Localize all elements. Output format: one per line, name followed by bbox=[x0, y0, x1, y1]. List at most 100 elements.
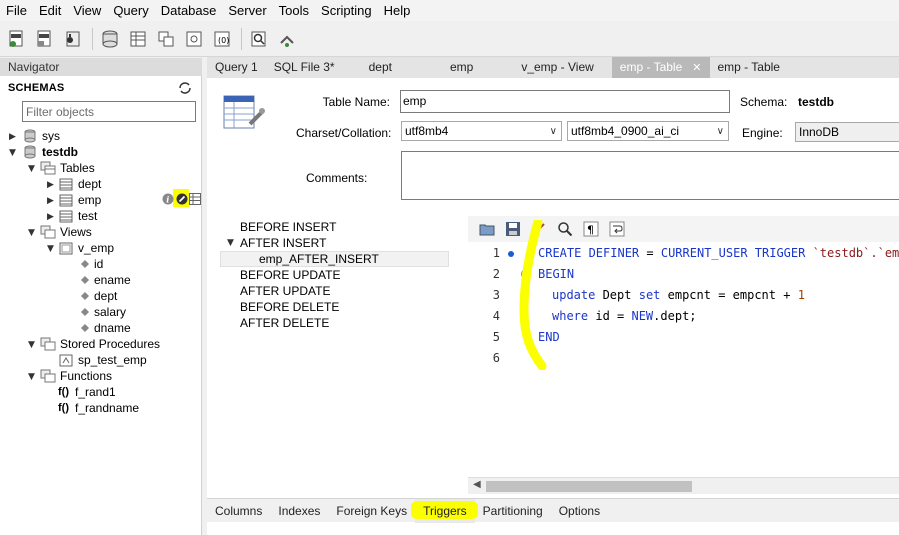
column-diamond-icon bbox=[80, 321, 90, 335]
reconnect-icon[interactable] bbox=[276, 28, 298, 50]
collapse-arrow-icon[interactable]: ▼ bbox=[28, 164, 38, 174]
expand-arrow-icon[interactable]: ▶ bbox=[47, 196, 57, 206]
open-sql-file-icon[interactable] bbox=[34, 28, 56, 50]
tab-foreign-keys[interactable]: Foreign Keys bbox=[328, 499, 415, 523]
expand-arrow-icon[interactable]: ▶ bbox=[9, 132, 19, 142]
collation-value: utf8mb4_0900_ai_ci bbox=[571, 124, 680, 138]
tab-query-1[interactable]: Query 1 bbox=[207, 57, 266, 78]
info-icon[interactable]: i bbox=[162, 193, 174, 205]
engine-select[interactable]: InnoDB bbox=[795, 122, 899, 142]
column-ename[interactable]: ename bbox=[80, 272, 131, 288]
table-test[interactable]: test bbox=[58, 208, 97, 224]
column-salary[interactable]: salary bbox=[80, 304, 126, 320]
close-tab-icon[interactable]: ✕ bbox=[692, 62, 701, 74]
collapse-arrow-icon[interactable]: ▼ bbox=[9, 148, 19, 158]
schema-inspector-icon[interactable] bbox=[62, 28, 84, 50]
code-token: 1 bbox=[797, 288, 805, 302]
tab-triggers[interactable]: Triggers bbox=[411, 498, 479, 523]
table-name: test bbox=[78, 209, 98, 223]
menu-help[interactable]: Help bbox=[378, 0, 417, 21]
expand-arrow-icon[interactable]: ▶ bbox=[47, 180, 57, 190]
scroll-left-icon[interactable]: ◀ bbox=[473, 479, 481, 490]
tab-indexes[interactable]: Indexes bbox=[270, 499, 328, 523]
word-wrap-icon[interactable] bbox=[608, 220, 626, 238]
tab-emp-table-active[interactable]: emp - Table ✕ bbox=[611, 57, 710, 78]
trigger-section-after-delete[interactable]: AFTER DELETE bbox=[240, 315, 329, 331]
trigger-code-editor[interactable]: 1 2 3 4 5 6 CREATE DEFINER = CURRENT_USE… bbox=[468, 220, 899, 477]
expand-arrow-icon[interactable]: ▶ bbox=[47, 212, 57, 222]
tab-partitioning[interactable]: Partitioning bbox=[475, 499, 551, 523]
collapse-arrow-icon[interactable]: ▼ bbox=[227, 238, 237, 248]
folder-label: Stored Procedures bbox=[60, 337, 161, 351]
tab-label: emp - Table bbox=[619, 60, 683, 74]
collation-select[interactable]: utf8mb4_0900_ai_ci ∨ bbox=[567, 121, 729, 141]
collapse-arrow-icon[interactable]: ▼ bbox=[47, 244, 57, 254]
wrench-icon[interactable] bbox=[176, 193, 188, 205]
open-folder-icon[interactable] bbox=[478, 220, 496, 238]
scrollbar-thumb[interactable] bbox=[486, 481, 692, 492]
code-token: where bbox=[552, 309, 589, 323]
invisible-chars-icon[interactable]: ¶ bbox=[582, 220, 600, 238]
horizontal-scrollbar[interactable]: ◀ bbox=[468, 477, 899, 494]
find-icon[interactable] bbox=[556, 220, 574, 238]
function-f-randname[interactable]: f() f_randname bbox=[58, 400, 139, 416]
tab-emp[interactable]: emp bbox=[442, 57, 513, 78]
tab-sql-file-3[interactable]: SQL File 3* bbox=[266, 57, 361, 78]
refresh-icon[interactable] bbox=[178, 82, 192, 94]
create-table-icon[interactable] bbox=[127, 28, 149, 50]
trigger-section-before-update[interactable]: BEFORE UPDATE bbox=[240, 267, 340, 283]
create-view-icon[interactable] bbox=[155, 28, 177, 50]
functions-folder-icon bbox=[40, 369, 56, 383]
trigger-section-before-insert[interactable]: BEFORE INSERT bbox=[240, 219, 336, 235]
new-sql-tab-icon[interactable] bbox=[6, 28, 28, 50]
functions-folder[interactable]: Functions bbox=[40, 368, 112, 384]
table-emp[interactable]: emp bbox=[58, 192, 101, 208]
menu-server[interactable]: Server bbox=[222, 0, 272, 21]
chevron-down-icon: ∨ bbox=[716, 126, 724, 137]
trigger-section-after-update[interactable]: AFTER UPDATE bbox=[240, 283, 330, 299]
create-function-icon[interactable]: (0) bbox=[211, 28, 233, 50]
collapse-arrow-icon[interactable]: ▼ bbox=[28, 228, 38, 238]
tab-dept[interactable]: dept bbox=[361, 57, 442, 78]
column-diamond-icon bbox=[80, 273, 90, 287]
menu-tools[interactable]: Tools bbox=[273, 0, 315, 21]
tab-options[interactable]: Options bbox=[551, 499, 608, 523]
column-dept[interactable]: dept bbox=[80, 288, 117, 304]
search-table-data-icon[interactable] bbox=[248, 28, 270, 50]
table-data-icon[interactable] bbox=[189, 193, 201, 205]
trigger-section-before-delete[interactable]: BEFORE DELETE bbox=[240, 299, 339, 315]
views-folder[interactable]: Views bbox=[40, 224, 92, 240]
comments-input[interactable] bbox=[401, 151, 899, 200]
table-dept[interactable]: dept bbox=[58, 176, 101, 192]
view-v-emp[interactable]: v_emp bbox=[58, 240, 114, 256]
tab-columns[interactable]: Columns bbox=[207, 499, 270, 523]
procedure-sp-test-emp[interactable]: sp_test_emp bbox=[58, 352, 147, 368]
stored-procedures-folder[interactable]: Stored Procedures bbox=[40, 336, 160, 352]
collapse-arrow-icon[interactable]: ▼ bbox=[28, 340, 38, 350]
menu-query[interactable]: Query bbox=[107, 0, 154, 21]
create-schema-icon[interactable] bbox=[99, 28, 121, 50]
tables-folder[interactable]: Tables bbox=[40, 160, 95, 176]
menu-edit[interactable]: Edit bbox=[33, 0, 67, 21]
trigger-item-emp-after-insert[interactable]: emp_AFTER_INSERT bbox=[259, 251, 379, 267]
filter-objects-input[interactable] bbox=[22, 101, 196, 122]
menu-file[interactable]: File bbox=[0, 0, 33, 21]
menu-database[interactable]: Database bbox=[155, 0, 223, 21]
schema-testdb[interactable]: testdb bbox=[22, 144, 78, 160]
column-id[interactable]: id bbox=[80, 256, 103, 272]
collapse-arrow-icon[interactable]: ▼ bbox=[28, 372, 38, 382]
folder-label: Views bbox=[60, 225, 92, 239]
column-dname[interactable]: dname bbox=[80, 320, 131, 336]
charset-select[interactable]: utf8mb4 ∨ bbox=[401, 121, 562, 141]
trigger-section-after-insert[interactable]: AFTER INSERT bbox=[240, 235, 326, 251]
tab-v-emp-view[interactable]: v_emp - View bbox=[513, 57, 611, 78]
editor-tab-bar: Query 1 SQL File 3* dept emp v_emp - Vie… bbox=[207, 57, 899, 78]
create-procedure-icon[interactable] bbox=[183, 28, 205, 50]
tab-emp-table[interactable]: emp - Table bbox=[710, 57, 788, 78]
menu-scripting[interactable]: Scripting bbox=[315, 0, 378, 21]
table-name-input[interactable]: emp bbox=[400, 90, 730, 113]
schema-sys[interactable]: sys bbox=[22, 128, 60, 144]
function-f-rand1[interactable]: f() f_rand1 bbox=[58, 384, 116, 400]
column-name: dname bbox=[94, 321, 131, 335]
menu-view[interactable]: View bbox=[67, 0, 107, 21]
